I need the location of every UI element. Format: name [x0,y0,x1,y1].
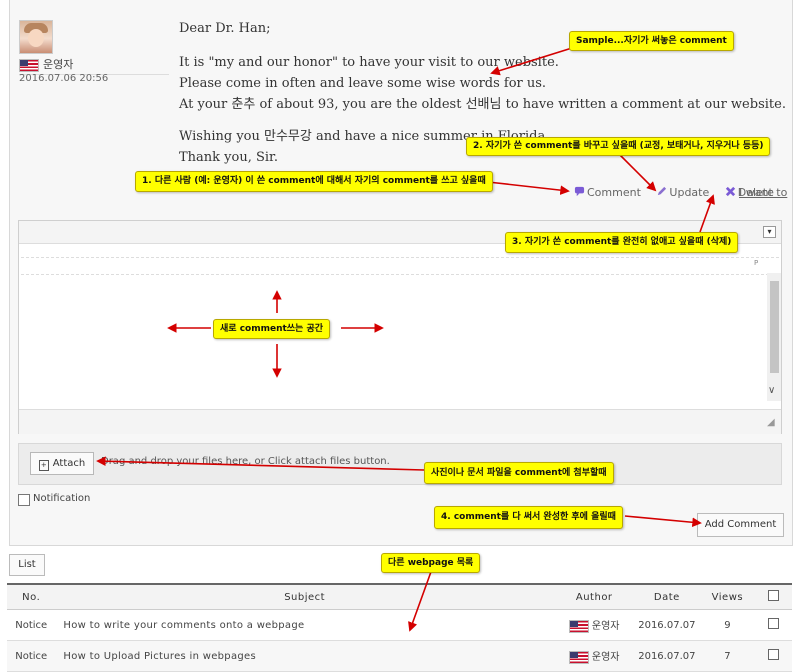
delete-x-icon [725,186,735,197]
row-no: Notice [7,609,56,641]
us-flag-icon [568,619,589,633]
notification-label: Notification [33,493,91,504]
select-all-column[interactable] [755,583,792,610]
chevron-down-icon[interactable]: ∨ [768,385,775,396]
comment-line: At your 춘추 of about 93, you are the olde… [179,97,786,112]
paragraph-marker: P [754,259,759,267]
column-no: No. [7,583,56,610]
column-date: Date [634,583,700,610]
pencil-icon [658,186,667,196]
row-checkbox[interactable] [768,618,780,629]
callout-reply: 1. 다른 사람 (예: 운영자) 이 쓴 comment에 대해서 자기의 c… [135,171,493,192]
callout-sample: Sample...자기가 써놓은 comment [569,31,734,51]
row-author: 운영자 [553,640,635,672]
i-want-to-link[interactable]: I want to [739,186,787,199]
column-subject: Subject [55,583,554,610]
callout-other-pages: 다른 webpage 목록 [381,553,481,573]
us-flag-icon [19,58,39,72]
callout-delete: 3. 자기가 쓴 comment를 완전히 없애고 싶을때 (삭제) [505,232,739,253]
row-subject-link[interactable]: How to Upload Pictures in webpages [55,640,554,672]
comment-line: Please come in often and leave some wise… [179,76,547,91]
board-table: No. Subject Author Date Views Notice How… [7,583,792,672]
attach-hint: Drag and drop your files here, or Click … [101,456,390,467]
editor-statusbar [19,409,781,434]
attach-button[interactable]: + Attach [30,452,94,475]
comment-line: Thank you, Sir. [179,150,278,165]
row-views: 7 [699,640,756,672]
callout-edit: 2. 자기가 쓴 comment를 바꾸고 싶을때 (교정, 보태거나, 지우거… [466,137,771,156]
column-views: Views [699,583,756,610]
column-author: Author [553,583,635,610]
table-row[interactable]: Notice How to Upload Pictures in webpage… [7,640,792,672]
comment-date: 2016.07.06 20:56 [19,73,109,84]
editor-scroll-thumb[interactable] [770,281,779,373]
resize-grip-icon[interactable]: ◢ [767,417,775,428]
editor-toggle-button[interactable]: ▾ [763,226,776,238]
row-subject-link[interactable]: How to write your comments onto a webpag… [55,609,554,641]
callout-new-space: 새로 comment쓰는 공간 [213,319,331,339]
table-header-row: No. Subject Author Date Views [7,583,792,610]
us-flag-icon [568,650,589,664]
avatar[interactable] [19,20,53,54]
select-all-checkbox[interactable] [768,590,780,601]
row-author: 운영자 [553,609,635,641]
list-button[interactable]: List [9,554,45,576]
table-row[interactable]: Notice How to write your comments onto a… [7,609,792,641]
comment-salutation: Dear Dr. Han; [179,21,271,36]
row-checkbox-cell[interactable] [755,609,792,641]
notification-checkbox[interactable] [18,494,30,506]
add-comment-button[interactable]: Add Comment [697,513,784,537]
callout-submit: 4. comment를 다 써서 완성한 후에 올릴때 [434,506,623,529]
editor-line [21,257,779,275]
row-no: Notice [7,640,56,672]
callout-attach: 사진이나 문서 파일을 comment에 첨부할때 [424,462,614,484]
attach-file-icon: + [38,460,49,471]
row-date: 2016.07.07 [634,640,700,672]
update-comment-button[interactable]: Update [656,186,715,199]
comment-line: It is "my and our honor" to have your vi… [179,55,559,70]
speech-bubble-icon [574,186,585,197]
row-checkbox-cell[interactable] [755,640,792,672]
row-views: 9 [699,609,756,641]
row-checkbox[interactable] [768,649,780,660]
reply-comment-button[interactable]: Comment [574,186,647,199]
row-date: 2016.07.07 [634,609,700,641]
